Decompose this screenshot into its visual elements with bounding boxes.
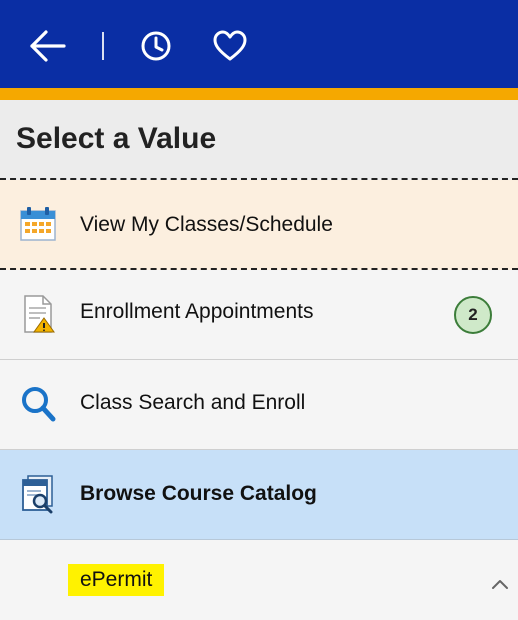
history-button[interactable] [134,24,178,68]
arrow-left-icon [30,30,66,62]
list-item-view-my-classes[interactable]: View My Classes/Schedule [0,180,518,270]
header-separator [102,32,104,60]
list-item-enrollment-appointments[interactable]: Enrollment Appointments [0,270,518,360]
back-button[interactable] [26,24,70,68]
list-item-label: Class Search and Enroll [80,391,306,414]
favorites-button[interactable] [208,24,252,68]
list-item-epermit[interactable]: ePermit [0,540,518,620]
chevron-up-icon[interactable] [488,574,512,594]
document-warning-icon [16,294,60,334]
value-selector-panel: Select a Value View My Classes/Schedule [0,0,518,620]
list-item-label: View My Classes/Schedule [80,213,333,236]
list-item-class-search[interactable]: Class Search and Enroll [0,360,518,450]
header-bar [0,0,518,88]
calendar-icon [16,204,60,244]
header-accent-stripe [0,88,518,100]
count-badge: 2 [454,296,492,334]
list-item-label: Browse Course Catalog [80,482,317,505]
magnifier-icon [16,384,60,424]
heart-icon [213,30,247,61]
list-item-browse-course-catalog[interactable]: Browse Course Catalog [0,450,518,540]
catalog-search-icon [16,474,60,514]
list-item-label: ePermit [68,564,165,596]
title-row: Select a Value [0,100,518,180]
page-title: Select a Value [16,122,217,155]
clock-icon [141,31,171,61]
list-item-label: Enrollment Appointments [80,300,314,323]
